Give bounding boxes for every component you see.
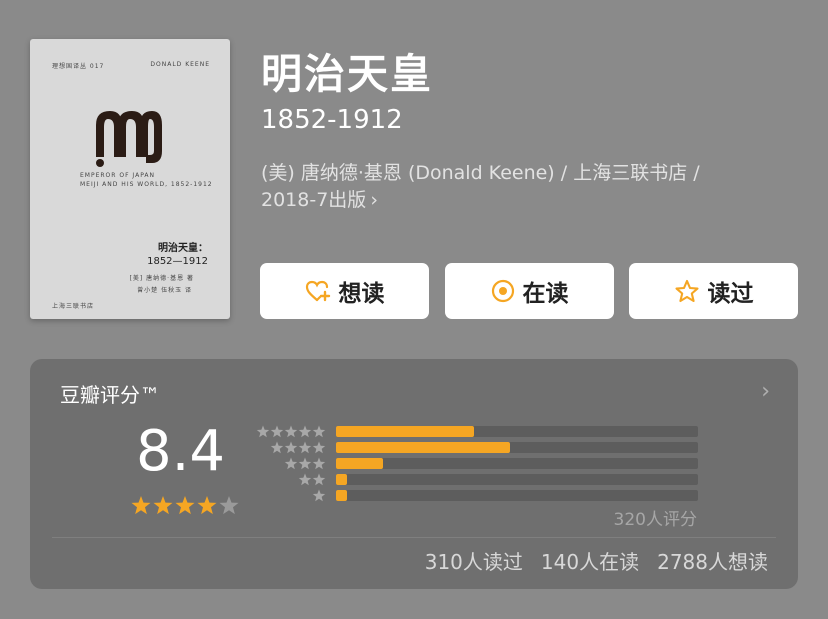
rating-bar-fill-3	[336, 458, 384, 469]
star-filled-icon	[197, 496, 217, 515]
star-icon	[312, 457, 326, 470]
cover-translators: 曾小楚 伍秋玉 译	[137, 287, 192, 294]
cover-title: 明治天皇：	[158, 243, 208, 254]
stat-reading[interactable]: 140人在读	[541, 550, 639, 574]
have-read-button[interactable]: 读过	[629, 263, 798, 319]
star-icon	[284, 441, 298, 454]
cover-author-label: DONALD KEENE	[150, 61, 210, 68]
book-meta[interactable]: (美) 唐纳德·基恩 (Donald Keene) / 上海三联书店 / 201…	[261, 160, 801, 214]
heart-plus-icon	[305, 280, 330, 302]
rating-panel-title: 豆瓣评分™	[60, 383, 160, 407]
rating-bar-fill-5	[336, 426, 474, 437]
star-icon	[312, 425, 326, 438]
star-icon	[312, 489, 326, 502]
book-cover[interactable]: 理想国译丛 017 DONALD KEENE EMPEROR OF JAPAN …	[30, 39, 230, 319]
star-icon	[312, 441, 326, 454]
book-meta-line2: 2018-7出版	[261, 189, 367, 211]
cover-emblem-icon	[96, 111, 162, 167]
star-filled-icon	[131, 496, 151, 515]
row-stars-1	[312, 489, 326, 502]
star-filled-icon	[175, 496, 195, 515]
have-read-label: 读过	[707, 281, 754, 307]
rating-bar-3	[336, 458, 698, 469]
rating-bar-fill-4	[336, 442, 510, 453]
star-icon	[284, 457, 298, 470]
row-stars-3	[284, 457, 326, 470]
reading-label: 在读	[522, 281, 569, 307]
star-empty-icon	[219, 496, 239, 515]
star-icon	[270, 441, 284, 454]
cover-subtitle-en-2: MEIJI AND HIS WORLD, 1852-1912	[80, 181, 213, 188]
star-icon	[298, 457, 312, 470]
star-icon	[256, 425, 270, 438]
rating-distribution	[256, 425, 706, 505]
book-subtitle: 1852-1912	[261, 105, 403, 135]
star-outline-icon	[674, 279, 699, 303]
star-icon	[298, 473, 312, 486]
rating-count: 320人评分	[613, 510, 697, 530]
reading-button[interactable]: 在读	[445, 263, 614, 319]
want-to-read-button[interactable]: 想读	[260, 263, 429, 319]
rating-bar-2	[336, 474, 698, 485]
book-meta-line1: (美) 唐纳德·基恩 (Donald Keene) / 上海三联书店 /	[261, 162, 700, 184]
book-title: 明治天皇	[261, 50, 433, 98]
row-stars-2	[298, 473, 326, 486]
cover-author: [美] 唐纳德·基恩 著	[129, 275, 194, 282]
row-stars-4	[270, 441, 326, 454]
star-icon	[284, 425, 298, 438]
star-icon	[270, 425, 284, 438]
rating-bar-fill-2	[336, 474, 347, 485]
rating-bar-5	[336, 426, 698, 437]
chevron-right-icon: ›	[370, 189, 378, 211]
target-circle-icon	[491, 279, 514, 303]
star-icon	[298, 441, 312, 454]
star-icon	[298, 425, 312, 438]
rating-bar-4	[336, 442, 698, 453]
rating-score: 8.4	[136, 419, 226, 484]
rating-bar-fill-1	[336, 490, 347, 501]
cover-years: 1852—1912	[147, 256, 208, 267]
divider	[52, 537, 776, 538]
star-filled-icon	[153, 496, 173, 515]
rating-bar-1	[336, 490, 698, 501]
rating-stars	[131, 496, 239, 515]
cover-series-label: 理想国译丛 017	[52, 63, 105, 70]
rating-panel[interactable]: 豆瓣评分™ › 8.4 320人评分 310人读过 140人在读 2788人想读	[30, 359, 798, 589]
want-to-read-label: 想读	[338, 281, 385, 307]
row-stars-5	[256, 425, 326, 438]
reader-stats: 310人读过 140人在读 2788人想读	[407, 546, 768, 575]
cover-subtitle-en: EMPEROR OF JAPAN	[80, 172, 156, 179]
stat-want[interactable]: 2788人想读	[657, 550, 768, 574]
star-icon	[312, 473, 326, 486]
chevron-right-icon[interactable]: ›	[761, 379, 770, 404]
cover-publisher: 上海三联书店	[52, 303, 95, 310]
stat-read[interactable]: 310人读过	[425, 550, 523, 574]
